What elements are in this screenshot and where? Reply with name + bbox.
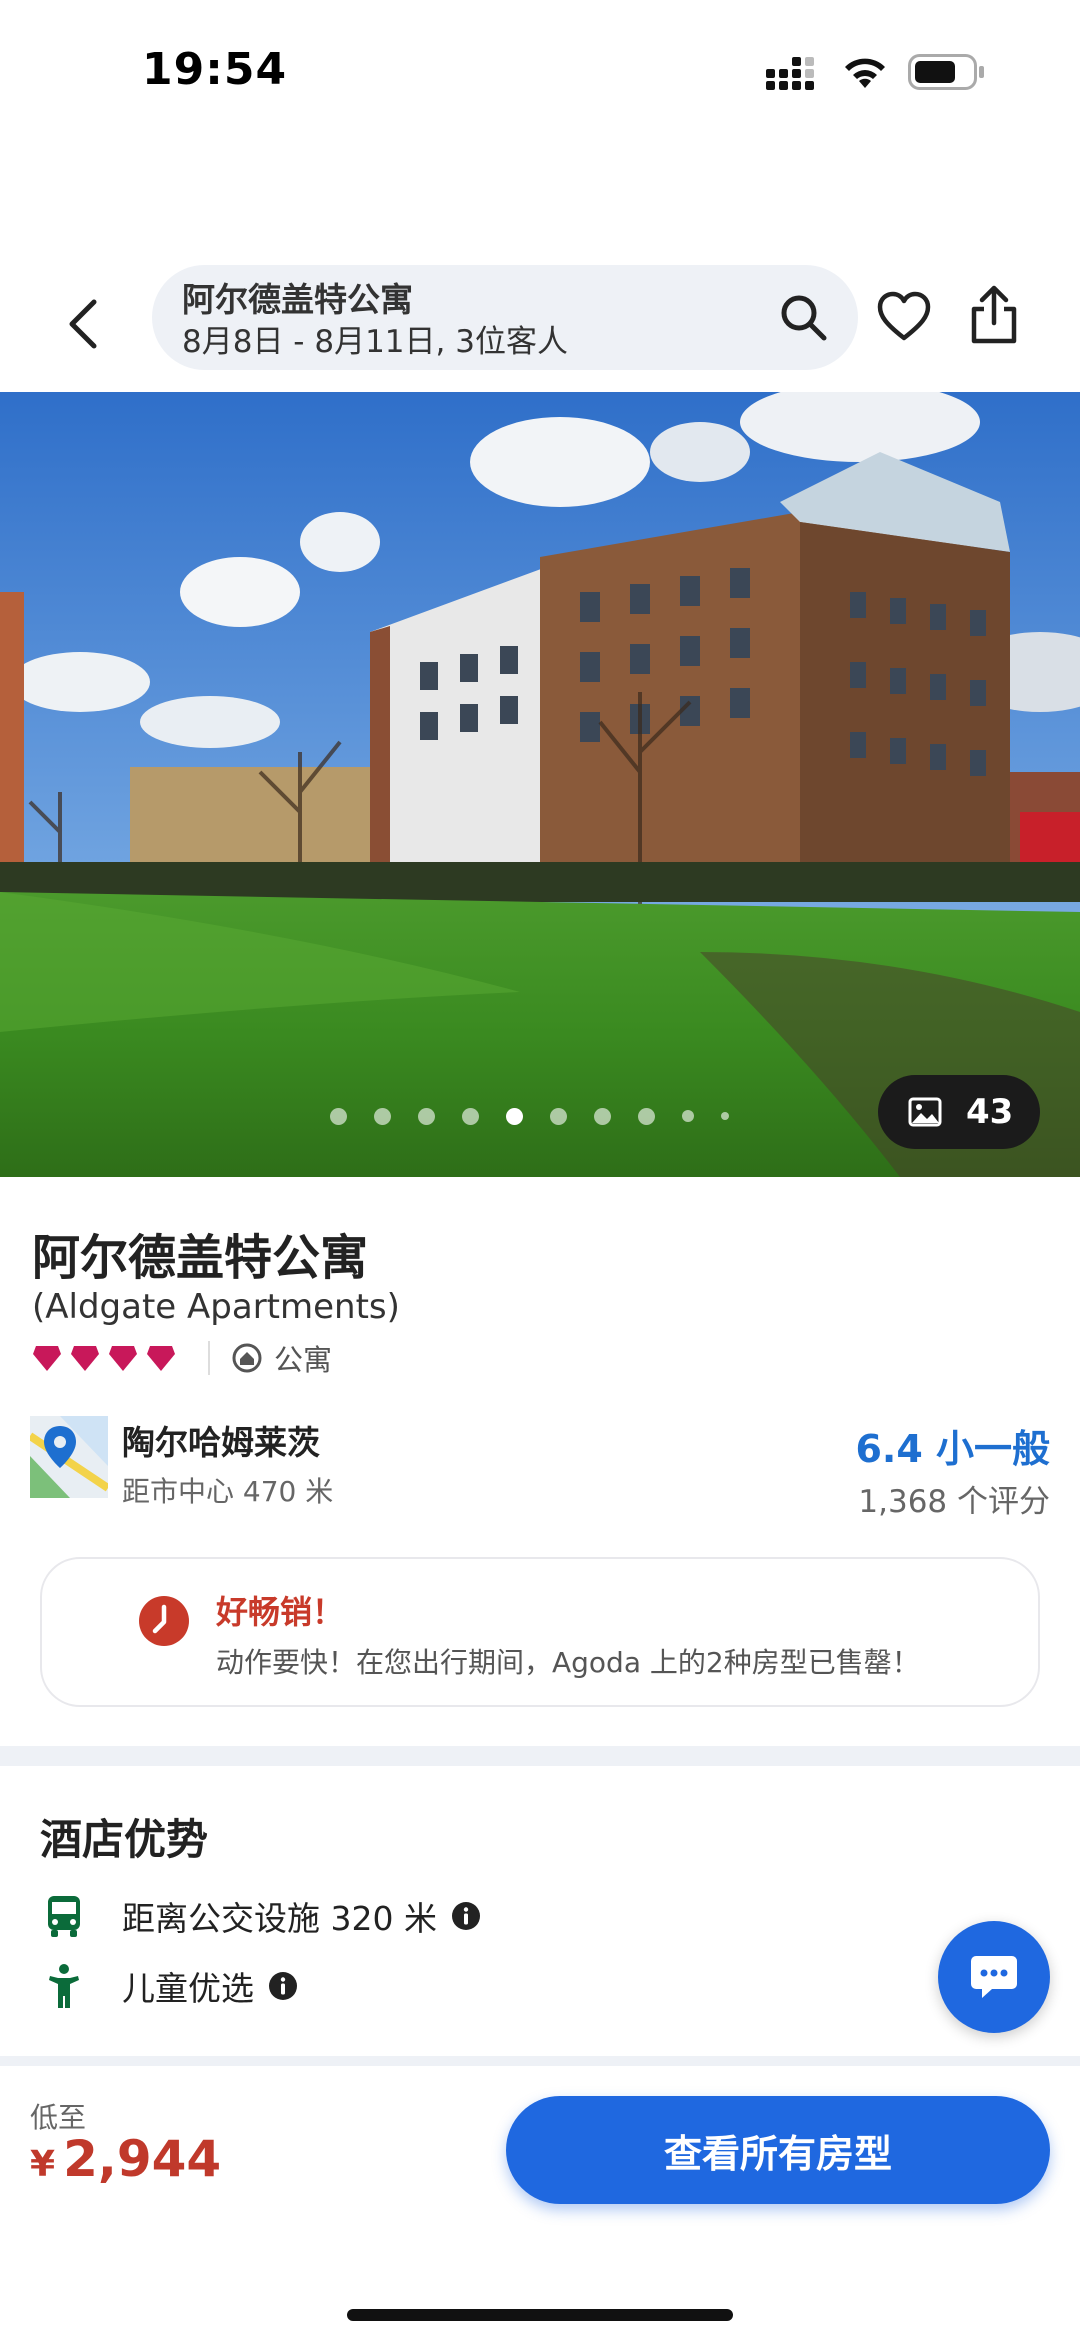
highlight-item: 儿童优选: [40, 1961, 298, 2011]
distance-to-center: 距市中心 470 米: [122, 1475, 334, 1508]
chat-button[interactable]: [938, 1921, 1050, 2033]
search-hotel-title: 阿尔德盖特公寓: [182, 280, 413, 319]
status-bar: 19:54: [0, 0, 1080, 150]
highlights-title: 酒店优势: [40, 1815, 209, 1864]
view-all-rooms-button[interactable]: 查看所有房型: [506, 2096, 1050, 2204]
lowest-price: ¥2,944: [30, 2130, 221, 2188]
share-icon[interactable]: [966, 283, 1022, 347]
search-summary-pill[interactable]: 阿尔德盖特公寓 8月8日 - 8月11日, 3位客人: [152, 265, 858, 370]
gem-rating-icon: [109, 1346, 137, 1371]
photo-count: 43: [966, 1092, 1014, 1132]
wifi-icon: [845, 58, 885, 88]
page-dot: [374, 1107, 391, 1125]
rating-row: 公寓: [32, 1338, 332, 1378]
gem-rating-icon: [33, 1346, 61, 1371]
status-time: 19:54: [142, 44, 288, 95]
page-dot: [594, 1107, 611, 1125]
back-button[interactable]: [58, 289, 108, 359]
property-english-name: (Aldgate Apartments): [32, 1287, 400, 1327]
map-pin-icon: [30, 1416, 108, 1498]
property-name: 阿尔德盖特公寓: [32, 1230, 369, 1286]
child-icon: [49, 1964, 79, 2008]
price-value: 2,944: [63, 2130, 222, 2188]
battery-icon: [908, 54, 984, 90]
info-icon[interactable]: [451, 1901, 481, 1931]
search-dates-guests: 8月8日 - 8月11日, 3位客人: [182, 324, 568, 360]
page-dot: [638, 1107, 655, 1125]
review-count[interactable]: 1,368 个评分: [858, 1476, 1050, 1521]
footer-divider: [0, 2056, 1080, 2066]
area-name: 陶尔哈姆莱茨: [122, 1423, 320, 1462]
favorite-heart-icon[interactable]: [876, 290, 932, 346]
hotel-photo: [0, 392, 1080, 1177]
location-row[interactable]: 陶尔哈姆莱茨 距市中心 470 米 6.4 小一般 1,368 个评分: [30, 1414, 1050, 1520]
page-dot: [330, 1107, 347, 1125]
carousel-page-dots: [330, 1106, 756, 1126]
clock-alert-icon: [139, 1596, 189, 1646]
alert-body: 动作要快！在您出行期间，Agoda 上的2种房型已售罄！: [216, 1646, 920, 1679]
alert-title: 好畅销！: [216, 1593, 345, 1631]
house-icon: [232, 1343, 262, 1373]
page-dot: [721, 1112, 729, 1120]
highlight-item: 距离公交设施 320 米: [40, 1891, 481, 1941]
search-icon[interactable]: [778, 292, 830, 344]
highlight-label: 儿童优选: [122, 1969, 254, 2008]
property-type: 公寓: [274, 1343, 333, 1377]
page-dot: [418, 1107, 435, 1125]
gem-rating-icon: [147, 1346, 175, 1371]
highlight-label: 距离公交设施 320 米: [122, 1899, 437, 1938]
page-dot: [682, 1110, 694, 1122]
cellular-signal-icon: [766, 57, 814, 90]
home-indicator[interactable]: [347, 2309, 733, 2321]
price-currency: ¥: [30, 2144, 56, 2185]
info-icon[interactable]: [268, 1971, 298, 2001]
page-dot: [462, 1107, 479, 1125]
divider: [208, 1341, 210, 1375]
page-dot: [550, 1107, 567, 1125]
page-dot-active: [506, 1107, 523, 1125]
chevron-left-icon: [69, 299, 97, 349]
chat-bubble-icon: [971, 1956, 1017, 1998]
bus-icon: [48, 1896, 80, 1937]
photo-count-button[interactable]: 43: [878, 1075, 1040, 1149]
hotel-photo-carousel[interactable]: [0, 392, 1080, 1177]
review-score[interactable]: 6.4 小一般: [855, 1418, 1050, 1473]
header-bar: 阿尔德盖特公寓 8月8日 - 8月11日, 3位客人: [0, 265, 1080, 390]
selling-fast-alert: 好畅销！ 动作要快！在您出行期间，Agoda 上的2种房型已售罄！: [40, 1557, 1040, 1707]
image-icon: [908, 1097, 942, 1127]
gem-rating-icon: [71, 1346, 99, 1371]
section-divider: [0, 1746, 1080, 1766]
